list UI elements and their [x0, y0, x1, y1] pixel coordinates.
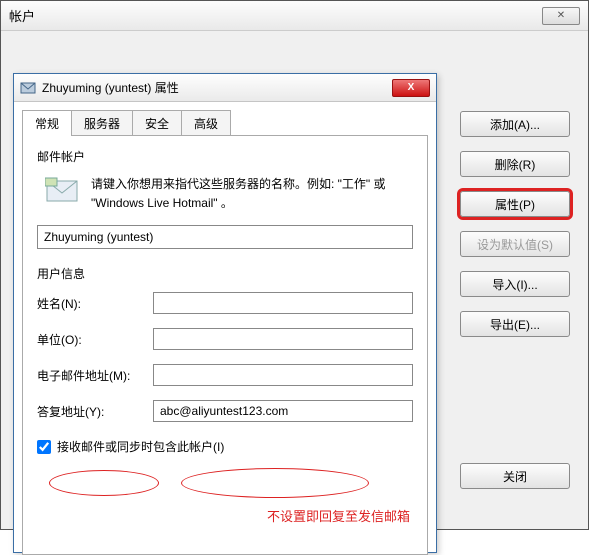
- export-button[interactable]: 导出(E)...: [460, 311, 570, 337]
- accounts-titlebar: 帐户 ✕: [1, 1, 588, 31]
- org-label: 单位(O):: [37, 331, 153, 348]
- org-row: 单位(O):: [37, 328, 413, 350]
- tabs: 常规 服务器 安全 高级: [14, 102, 436, 136]
- annotation-ellipse-value: [181, 468, 369, 498]
- annotation-text: 不设置即回复至发信邮箱: [267, 506, 410, 525]
- properties-close-button[interactable]: X: [392, 79, 430, 97]
- email-row: 电子邮件地址(M):: [37, 364, 413, 386]
- accounts-body: 添加(A)... 删除(R) 属性(P) 设为默认值(S) 导入(I)... 导…: [1, 31, 588, 529]
- import-button[interactable]: 导入(I)...: [460, 271, 570, 297]
- accounts-button-column: 添加(A)... 删除(R) 属性(P) 设为默认值(S) 导入(I)... 导…: [460, 111, 570, 337]
- accounts-close-row: 关闭: [460, 463, 570, 489]
- properties-title-wrap: Zhuyuming (yuntest) 属性: [20, 79, 179, 96]
- add-button[interactable]: 添加(A)...: [460, 111, 570, 137]
- reply-row: 答复地址(Y):: [37, 400, 413, 422]
- close-icon: ✕: [557, 10, 565, 21]
- tab-general[interactable]: 常规: [22, 110, 72, 136]
- properties-title: Zhuyuming (yuntest) 属性: [42, 79, 179, 96]
- accounts-close-button[interactable]: ✕: [542, 7, 580, 25]
- user-info-group: 用户信息: [37, 265, 413, 282]
- mail-account-hint-row: 请键入你想用来指代这些服务器的名称。例如: "工作" 或 "Windows Li…: [37, 175, 413, 225]
- close-button[interactable]: 关闭: [460, 463, 570, 489]
- tab-server[interactable]: 服务器: [71, 110, 133, 136]
- close-icon: X: [408, 82, 415, 93]
- include-account-row: 接收邮件或同步时包含此帐户(I): [37, 438, 413, 455]
- include-account-label: 接收邮件或同步时包含此帐户(I): [57, 438, 224, 455]
- name-input[interactable]: [153, 292, 413, 314]
- reply-label: 答复地址(Y):: [37, 403, 153, 420]
- include-account-checkbox[interactable]: [37, 440, 51, 454]
- tab-general-body: 邮件帐户 请键入你想用来指代这些服务器的名称。例如: "工作" 或 "Windo…: [22, 135, 428, 555]
- mail-account-hint: 请键入你想用来指代这些服务器的名称。例如: "工作" 或 "Windows Li…: [91, 175, 413, 213]
- properties-dialog: Zhuyuming (yuntest) 属性 X 常规 服务器 安全 高级 邮件…: [13, 73, 437, 553]
- name-label: 姓名(N):: [37, 295, 153, 312]
- mail-account-group: 邮件帐户: [37, 148, 413, 165]
- accounts-title: 帐户: [9, 6, 35, 25]
- properties-icon: [20, 80, 36, 96]
- name-row: 姓名(N):: [37, 292, 413, 314]
- accounts-dialog: 帐户 ✕ 添加(A)... 删除(R) 属性(P) 设为默认值(S) 导入(I)…: [0, 0, 589, 530]
- tab-advanced[interactable]: 高级: [181, 110, 231, 136]
- set-default-button: 设为默认值(S): [460, 231, 570, 257]
- properties-titlebar: Zhuyuming (yuntest) 属性 X: [14, 74, 436, 102]
- envelope-icon: [45, 175, 81, 205]
- properties-button[interactable]: 属性(P): [460, 191, 570, 217]
- annotation-ellipse-label: [49, 470, 159, 496]
- tab-security[interactable]: 安全: [132, 110, 182, 136]
- account-name-input[interactable]: [37, 225, 413, 249]
- reply-input[interactable]: [153, 400, 413, 422]
- org-input[interactable]: [153, 328, 413, 350]
- email-input[interactable]: [153, 364, 413, 386]
- email-label: 电子邮件地址(M):: [37, 367, 153, 384]
- delete-button[interactable]: 删除(R): [460, 151, 570, 177]
